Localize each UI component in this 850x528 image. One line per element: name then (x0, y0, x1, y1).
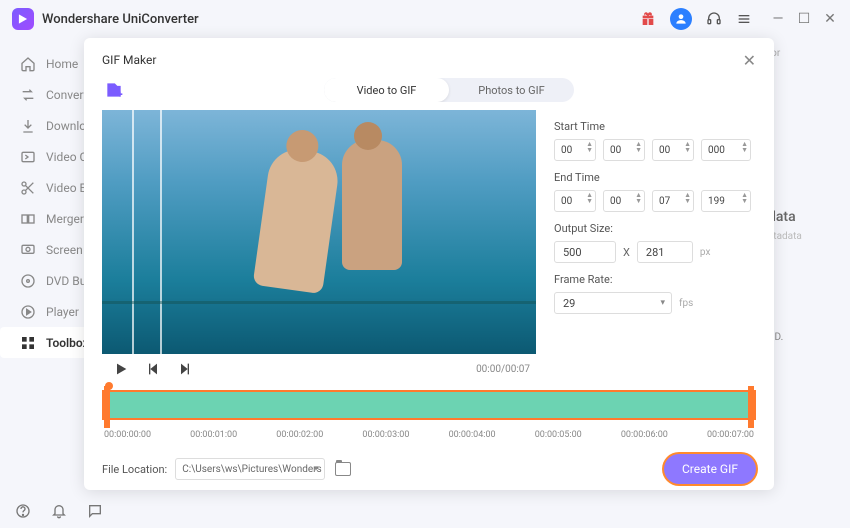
frame-rate-label: Frame Rate: (554, 273, 756, 286)
end-mm-input[interactable]: 00▲▼ (603, 190, 645, 212)
start-ss-input[interactable]: 00▲▼ (652, 139, 694, 161)
px-label: px (700, 247, 711, 258)
add-file-icon[interactable] (104, 80, 124, 100)
spinner-arrows-icon[interactable]: ▲▼ (684, 192, 691, 204)
grid-icon (20, 335, 36, 351)
next-frame-button[interactable] (176, 360, 194, 378)
feedback-icon[interactable] (86, 502, 104, 520)
trim-handle-right[interactable] (748, 386, 754, 428)
file-location-select[interactable]: C:\Users\ws\Pictures\Wonders (175, 458, 325, 480)
output-size-label: Output Size: (554, 222, 756, 235)
file-location-label: File Location: (102, 463, 167, 476)
tab-video-to-gif[interactable]: Video to GIF (324, 78, 449, 102)
bg-data-sub: etadata (768, 231, 838, 242)
play-button[interactable] (112, 360, 130, 378)
spinner-arrows-icon[interactable]: ▲▼ (684, 141, 691, 153)
start-ms-input[interactable]: 000▲▼ (701, 139, 751, 161)
preview-pane: 00:00/00:07 (102, 110, 536, 384)
record-icon (20, 242, 36, 258)
bg-data-title: data (768, 209, 838, 225)
trim-handle-left[interactable] (104, 386, 110, 428)
timeline-track[interactable] (102, 390, 756, 420)
user-avatar-icon[interactable] (670, 8, 692, 30)
merge-icon (20, 211, 36, 227)
sidebar-label: Merger (46, 212, 84, 226)
disc-icon (20, 273, 36, 289)
start-mm-input[interactable]: 00▲▼ (603, 139, 645, 161)
bell-icon[interactable] (50, 502, 68, 520)
end-hh-input[interactable]: 00▲▼ (554, 190, 596, 212)
gif-maker-dialog: GIF Maker ✕ Video to GIF Photos to GIF 0… (84, 38, 774, 490)
spinner-arrows-icon[interactable]: ▲▼ (586, 192, 593, 204)
tick: 00:00:02:00 (276, 430, 323, 440)
tick: 00:00:06:00 (621, 430, 668, 440)
output-height-input[interactable]: 281 (637, 241, 693, 263)
sidebar-label: Home (46, 57, 78, 71)
background-panel: tor data etadata CD. (768, 48, 838, 343)
end-ms-input[interactable]: 199▲▼ (701, 190, 751, 212)
spinner-arrows-icon[interactable]: ▲▼ (586, 141, 593, 153)
video-frame[interactable] (102, 110, 536, 354)
spinner-arrows-icon[interactable]: ▲▼ (635, 192, 642, 204)
open-folder-icon[interactable] (335, 462, 351, 476)
headset-icon[interactable] (706, 11, 722, 27)
scissors-icon (20, 180, 36, 196)
bottom-bar (14, 502, 104, 520)
bg-cd: CD. (768, 332, 838, 343)
prev-frame-button[interactable] (144, 360, 162, 378)
minimize-button[interactable]: — (770, 11, 786, 27)
tick: 00:00:00:00 (104, 430, 151, 440)
close-button[interactable]: ✕ (822, 11, 838, 27)
frame-rate-select[interactable]: 29 (554, 292, 672, 314)
mode-tabs: Video to GIF Photos to GIF (324, 78, 574, 102)
app-logo (12, 8, 34, 30)
play-icon (20, 304, 36, 320)
create-gif-button[interactable]: Create GIF (664, 454, 756, 484)
download-icon (20, 118, 36, 134)
bg-text: tor (768, 48, 838, 59)
maximize-button[interactable]: ☐ (796, 11, 812, 27)
tab-photos-to-gif[interactable]: Photos to GIF (449, 78, 574, 102)
x-separator: X (623, 246, 630, 259)
parameters-pane: Start Time 00▲▼ 00▲▼ 00▲▼ 000▲▼ End Time… (536, 110, 756, 384)
tick: 00:00:01:00 (190, 430, 237, 440)
spinner-arrows-icon[interactable]: ▲▼ (635, 141, 642, 153)
tick: 00:00:07:00 (707, 430, 754, 440)
output-width-input[interactable]: 500 (554, 241, 616, 263)
compress-icon (20, 149, 36, 165)
end-ss-input[interactable]: 07▲▼ (652, 190, 694, 212)
gift-icon[interactable] (640, 11, 656, 27)
convert-icon (20, 87, 36, 103)
title-bar: Wondershare UniConverter — ☐ ✕ (0, 0, 850, 38)
start-hh-input[interactable]: 00▲▼ (554, 139, 596, 161)
app-title: Wondershare UniConverter (42, 12, 199, 27)
tick: 00:00:04:00 (449, 430, 496, 440)
menu-icon[interactable] (736, 11, 752, 27)
home-icon (20, 56, 36, 72)
end-time-label: End Time (554, 171, 756, 184)
timeline-ticks: 00:00:00:00 00:00:01:00 00:00:02:00 00:0… (102, 430, 756, 440)
timeline: 00:00:00:00 00:00:01:00 00:00:02:00 00:0… (102, 390, 756, 440)
tick: 00:00:03:00 (362, 430, 409, 440)
start-time-label: Start Time (554, 120, 756, 133)
timecode-display: 00:00/00:07 (476, 364, 536, 375)
sidebar-label: Toolbox (46, 336, 89, 350)
help-icon[interactable] (14, 502, 32, 520)
fps-label: fps (679, 298, 693, 309)
dialog-footer: File Location: C:\Users\ws\Pictures\Wond… (102, 454, 756, 484)
spinner-arrows-icon[interactable]: ▲▼ (741, 192, 748, 204)
sidebar-label: Player (46, 305, 79, 319)
spinner-arrows-icon[interactable]: ▲▼ (741, 141, 748, 153)
tick: 00:00:05:00 (535, 430, 582, 440)
playback-controls: 00:00/00:07 (102, 354, 536, 384)
dialog-close-icon[interactable]: ✕ (743, 51, 756, 70)
dialog-title: GIF Maker (102, 53, 156, 67)
